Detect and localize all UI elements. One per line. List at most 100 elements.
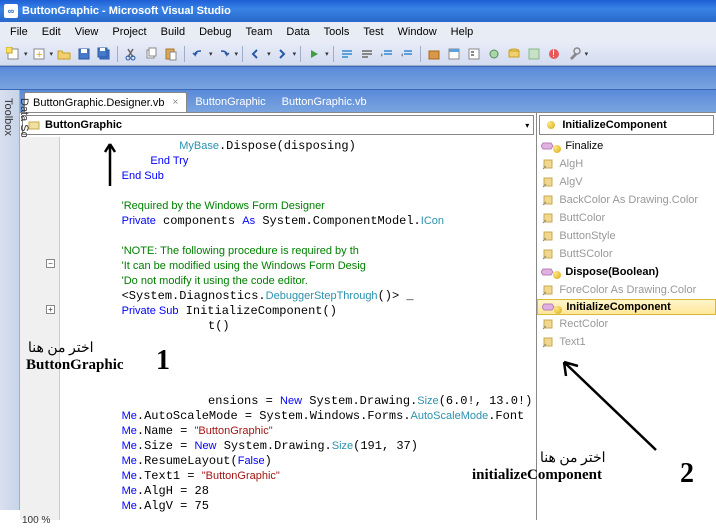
menu-view[interactable]: View xyxy=(69,24,105,40)
undo-button[interactable] xyxy=(189,45,207,63)
member-item[interactable]: AlgV xyxy=(537,173,716,191)
tab-buttongraphic-vb[interactable]: ButtonGraphic.vb xyxy=(274,92,375,112)
toolbox-button[interactable] xyxy=(425,45,443,63)
add-item-button[interactable]: + xyxy=(30,45,48,63)
dropdown-icon[interactable]: ▾ xyxy=(585,50,589,58)
tab-label: ButtonGraphic xyxy=(195,96,265,108)
member-label: ButtColor xyxy=(559,212,605,224)
dropdown-icon[interactable]: ▾ xyxy=(267,50,271,58)
method-icon xyxy=(544,119,558,131)
member-item[interactable]: BackColor As Drawing.Color xyxy=(537,191,716,209)
indent-button[interactable] xyxy=(378,45,396,63)
code-editor[interactable]: − + MyBase.Dispose(disposing) End Try En… xyxy=(20,137,536,520)
property-icon xyxy=(541,284,555,296)
tab-buttongraphic[interactable]: ButtonGraphic xyxy=(187,92,273,112)
member-label: ButtSColor xyxy=(559,248,612,260)
member-label: BackColor As Drawing.Color xyxy=(559,194,698,206)
member-item[interactable]: Dispose(Boolean) xyxy=(537,263,716,281)
properties-button[interactable] xyxy=(465,45,483,63)
tab-label: ButtonGraphic.vb xyxy=(282,96,367,108)
class-dropdown[interactable]: ButtonGraphic ▾ xyxy=(22,115,534,135)
dropdown-icon[interactable]: ▾ xyxy=(293,50,297,58)
method-icon xyxy=(541,266,555,278)
menu-debug[interactable]: Debug xyxy=(193,24,237,40)
nav-back-button[interactable] xyxy=(247,45,265,63)
dropdown-icon[interactable]: ▾ xyxy=(209,50,213,58)
comment-button[interactable] xyxy=(338,45,356,63)
member-item[interactable]: ButtonStyle xyxy=(537,227,716,245)
class-view-button[interactable] xyxy=(525,45,543,63)
open-button[interactable] xyxy=(55,45,73,63)
toolbox-tab[interactable]: Toolbox xyxy=(0,94,16,510)
property-icon xyxy=(541,194,555,206)
menu-help[interactable]: Help xyxy=(445,24,480,40)
member-label: InitializeComponent xyxy=(566,301,671,313)
uncomment-button[interactable] xyxy=(358,45,376,63)
menu-data[interactable]: Data xyxy=(280,24,315,40)
left-sidebar: Toolbox Data Sources xyxy=(0,90,20,510)
fold-marker[interactable]: − xyxy=(46,259,55,268)
dropdown-icon[interactable]: ▾ xyxy=(325,50,329,58)
code-text: MyBase.Dispose(disposing) End Try End Su… xyxy=(60,137,536,520)
menu-tools[interactable]: Tools xyxy=(318,24,356,40)
menu-test[interactable]: Test xyxy=(357,24,389,40)
save-button[interactable] xyxy=(75,45,93,63)
member-item[interactable]: ButtColor xyxy=(537,209,716,227)
member-item[interactable]: AlgH xyxy=(537,155,716,173)
svg-text:+: + xyxy=(36,49,42,61)
window-title: ButtonGraphic - Microsoft Visual Studio xyxy=(22,5,231,17)
object-browser-button[interactable] xyxy=(485,45,503,63)
tab-label: ButtonGraphic.Designer.vb xyxy=(33,97,164,109)
dropdown-icon[interactable]: ▾ xyxy=(24,50,28,58)
member-dropdown[interactable]: InitializeComponent xyxy=(539,115,714,135)
member-item[interactable]: Finalize xyxy=(537,137,716,155)
member-item[interactable]: ButtSColor xyxy=(537,245,716,263)
close-icon[interactable]: × xyxy=(172,97,178,108)
menu-team[interactable]: Team xyxy=(240,24,279,40)
new-project-button[interactable] xyxy=(4,45,22,63)
class-icon xyxy=(27,119,41,131)
zoom-level: 100 % xyxy=(22,515,50,526)
menu-edit[interactable]: Edit xyxy=(36,24,67,40)
outdent-button[interactable] xyxy=(398,45,416,63)
member-item[interactable]: Text1 xyxy=(537,333,716,351)
method-icon xyxy=(542,301,556,313)
property-icon xyxy=(541,248,555,260)
menu-project[interactable]: Project xyxy=(106,24,152,40)
nav-forward-button[interactable] xyxy=(273,45,291,63)
error-list-button[interactable]: ! xyxy=(545,45,563,63)
toolbar: ▾ + ▾ ▾ ▾ ▾ ▾ ▾ ! ▾ xyxy=(0,42,716,66)
menu-file[interactable]: File xyxy=(4,24,34,40)
method-icon xyxy=(541,140,555,152)
member-item[interactable]: InitializeComponent xyxy=(537,299,716,315)
member-label: ButtonStyle xyxy=(559,230,615,242)
member-item[interactable]: ForeColor As Drawing.Color xyxy=(537,281,716,299)
property-icon xyxy=(541,176,555,188)
member-label: RectColor xyxy=(559,318,608,330)
start-button[interactable] xyxy=(305,45,323,63)
fold-marker[interactable]: + xyxy=(46,305,55,314)
document-tabs: ButtonGraphic.Designer.vb × ButtonGraphic… xyxy=(20,90,716,112)
dropdown-icon[interactable]: ▾ xyxy=(50,50,54,58)
paste-button[interactable] xyxy=(162,45,180,63)
tab-designer-vb[interactable]: ButtonGraphic.Designer.vb × xyxy=(24,92,187,112)
save-all-button[interactable] xyxy=(95,45,113,63)
title-bar: ∞ ButtonGraphic - Microsoft Visual Studi… xyxy=(0,0,716,22)
menu-window[interactable]: Window xyxy=(392,24,443,40)
redo-button[interactable] xyxy=(215,45,233,63)
member-label: Dispose(Boolean) xyxy=(565,266,659,278)
member-item[interactable]: RectColor xyxy=(537,315,716,333)
dropdown-icon[interactable]: ▾ xyxy=(235,50,239,58)
property-icon xyxy=(541,336,555,348)
tools-button[interactable] xyxy=(565,45,583,63)
data-sources-button[interactable] xyxy=(505,45,523,63)
member-list[interactable]: FinalizeAlgHAlgV BackColor As Drawing.Col… xyxy=(537,137,716,520)
property-icon xyxy=(541,158,555,170)
menu-build[interactable]: Build xyxy=(155,24,191,40)
menu-bar: File Edit View Project Build Debug Team … xyxy=(0,22,716,42)
solution-explorer-button[interactable] xyxy=(445,45,463,63)
cut-button[interactable] xyxy=(122,45,140,63)
property-icon xyxy=(541,212,555,224)
secondary-toolbar-area xyxy=(0,66,716,90)
copy-button[interactable] xyxy=(142,45,160,63)
